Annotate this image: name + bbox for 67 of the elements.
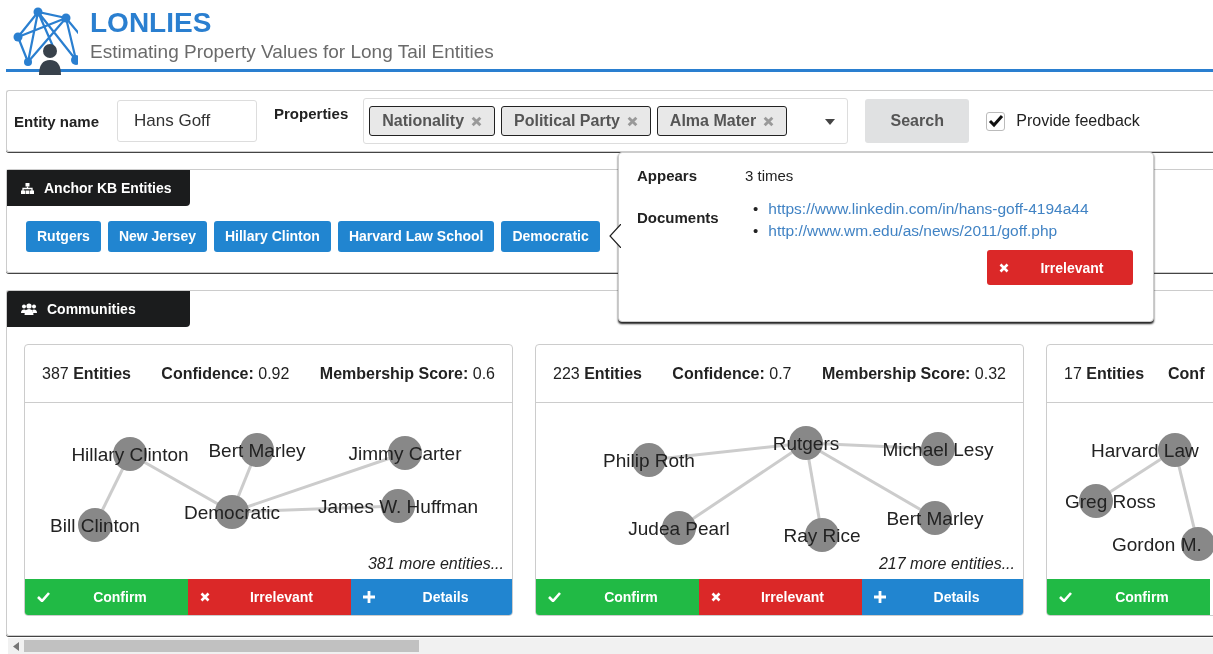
entity-name-field[interactable]: Hans Goff: [117, 100, 258, 142]
scrollbar-thumb[interactable]: [24, 640, 419, 652]
more-entities-text: 217 more entities...: [878, 555, 1015, 573]
feedback-checkbox[interactable]: [986, 111, 1006, 131]
irrelevant-button[interactable]: Irrelevant: [699, 579, 862, 615]
check-icon: [37, 592, 50, 602]
check-icon: [1059, 592, 1072, 602]
entity-tag[interactable]: Harvard Law School: [337, 221, 495, 252]
close-icon: [711, 592, 721, 602]
graph-node[interactable]: Philip Roth: [603, 443, 695, 477]
field-label: Properties: [274, 105, 349, 122]
stat-text: 223 Entities: [553, 364, 642, 383]
graph-node[interactable]: Hillary Clinton: [71, 437, 189, 471]
stat-text: 17 Entities: [1064, 364, 1145, 383]
bullet-mark: •: [753, 222, 759, 239]
remove-icon: [626, 115, 638, 127]
document-link[interactable]: https://www.linkedin.com/in/hans-goff-4194a44: [768, 200, 1089, 217]
properties-field[interactable]: Nationality Political Party Alma Mater: [363, 98, 849, 144]
check-icon: [987, 114, 1004, 128]
check-icon: [548, 592, 561, 602]
property-tag[interactable]: Alma Mater: [656, 106, 788, 136]
entity-tag[interactable]: Rutgers: [26, 221, 101, 252]
stat-text: Confidence: 0.7: [672, 364, 792, 383]
stat-text: Membership Score: 0.32: [821, 364, 1006, 383]
graph-node[interactable]: Michael Lesy: [882, 432, 994, 466]
stat-text: Confidence: 0.92: [161, 364, 290, 383]
more-entities-text: 381 more entities...: [367, 555, 504, 573]
graph-node[interactable]: Bert Marley: [886, 501, 984, 535]
sitemap-icon: [21, 182, 34, 194]
users-icon: [21, 303, 37, 315]
remove-icon: [763, 115, 775, 127]
stat-text: Membership Score: 0.6: [319, 364, 495, 383]
scroll-left-icon: [13, 641, 19, 651]
search-button[interactable]: Search: [865, 99, 970, 143]
property-tag[interactable]: Political Party: [501, 106, 651, 136]
close-icon: [200, 592, 210, 602]
close-icon: [999, 262, 1009, 273]
irrelevant-button[interactable]: Irrelevant: [987, 250, 1133, 285]
stat-text: 387 Entities: [42, 364, 131, 383]
entity-tag[interactable]: New Jersey: [107, 221, 207, 252]
documents-label: Documents: [637, 208, 720, 226]
horizontal-scrollbar[interactable]: [8, 638, 1213, 654]
appears-value: 3 times: [745, 167, 794, 184]
entity-tag[interactable]: Hillary Clinton: [213, 221, 331, 252]
graph-node[interactable]: Judea Pearl: [628, 511, 730, 545]
feedback-label: Provide feedback: [1016, 112, 1140, 130]
appears-label: Appears: [637, 167, 699, 184]
bullet-mark: •: [753, 200, 759, 217]
plus-icon: [874, 591, 886, 603]
document-link[interactable]: http://www.wm.edu/as/news/2011/goff.php: [768, 222, 1058, 239]
graph-node[interactable]: Democratic: [183, 495, 281, 529]
details-button[interactable]: Details: [862, 579, 1023, 615]
remove-icon: [471, 115, 483, 127]
field-label: Entity name: [14, 112, 100, 130]
details-button[interactable]: Details: [351, 579, 512, 615]
graph-node[interactable]: Jimmy Carter: [348, 436, 462, 470]
entity-tag[interactable]: Democratic: [501, 221, 600, 252]
graph-node[interactable]: Bert Marley: [208, 433, 306, 467]
app-subtitle: Estimating Property Values for Long Tail Entities: [90, 40, 494, 64]
caret-icon: [825, 119, 836, 125]
plus-icon: [363, 591, 375, 603]
property-tag[interactable]: Nationality: [369, 106, 496, 136]
graph-node[interactable]: Ray Rice: [783, 518, 861, 552]
irrelevant-button[interactable]: Irrelevant: [188, 579, 351, 615]
graph-node[interactable]: Gordon M.: [1112, 527, 1213, 561]
app-title: LONLIES: [90, 7, 213, 39]
stat-text: Conf: [1168, 364, 1205, 383]
